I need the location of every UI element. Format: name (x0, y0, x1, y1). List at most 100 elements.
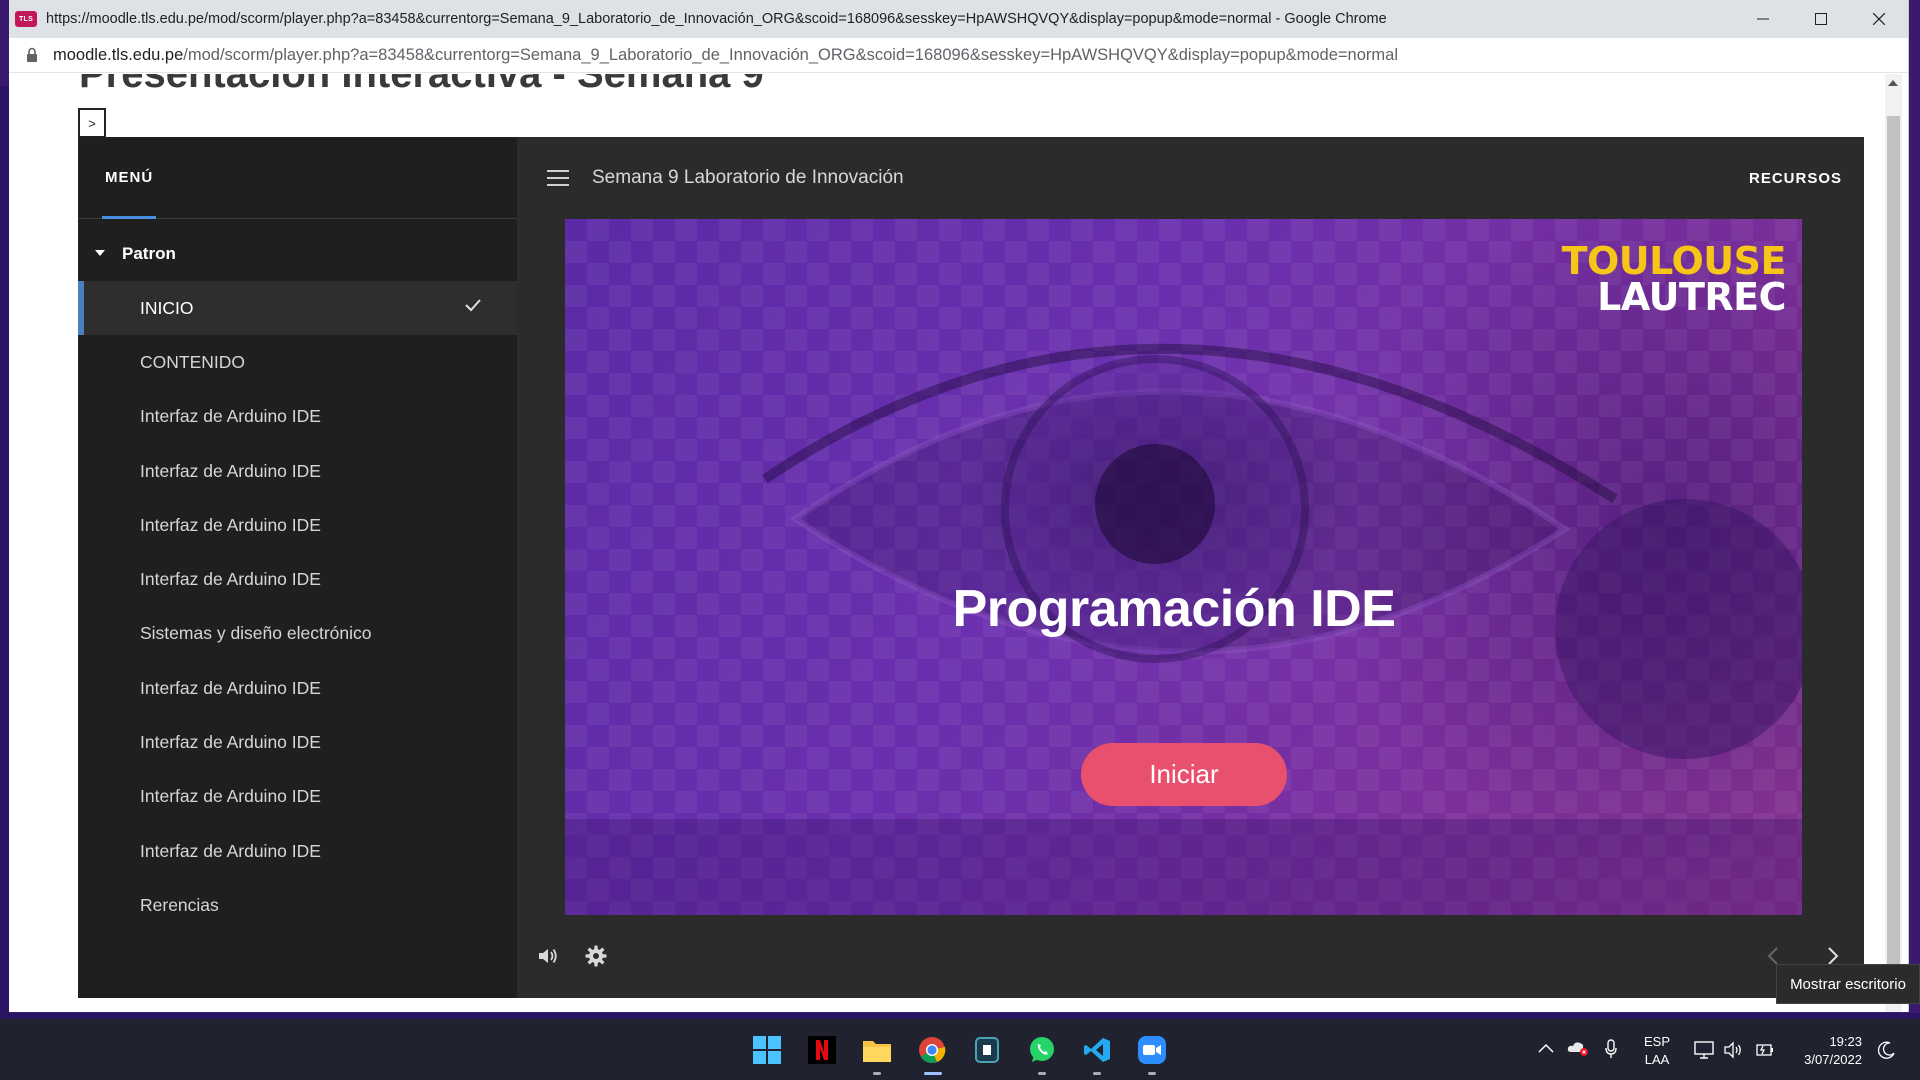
page-title: Presentación Interactiva - Semana 9 (79, 74, 764, 96)
taskbar: ESP LAA 19:23 3/07/2022 (0, 1019, 1920, 1080)
menu-item-label: Interfaz de Arduino IDE (140, 406, 321, 427)
menu-item-label: Interfaz de Arduino IDE (140, 514, 321, 535)
eye-artwork (565, 343, 1802, 915)
menu-item-label: CONTENIDO (140, 351, 245, 372)
url-host: moodle.tls.edu.pe (53, 45, 184, 64)
start-button[interactable]: Iniciar (1081, 743, 1287, 806)
vscode-icon[interactable] (1082, 1035, 1112, 1065)
menu-item-label: Sistemas y diseño electrónico (140, 623, 372, 644)
menu-title[interactable]: MENÚ (105, 169, 153, 186)
menu-item[interactable]: Interfaz de Arduino IDE (78, 552, 517, 606)
player-content: Semana 9 Laboratorio de Innovación RECUR… (517, 137, 1864, 998)
toulouse-lautrec-logo: TOULOUSE LAUTREC (1561, 239, 1787, 319)
menu-item[interactable]: Interfaz de Arduino IDE (78, 770, 517, 824)
site-favicon: TLS (15, 11, 37, 27)
menu-item-label: Interfaz de Arduino IDE (140, 786, 321, 807)
file-explorer-icon[interactable] (862, 1035, 892, 1065)
menu-item-label: Interfaz de Arduino IDE (140, 460, 321, 481)
explorer-running-indicator (873, 1072, 881, 1075)
scroll-up-arrow-icon[interactable] (1888, 80, 1898, 86)
close-button[interactable] (1850, 0, 1908, 38)
system-clock[interactable]: 19:23 3/07/2022 (1790, 1033, 1862, 1069)
checkmark-icon (465, 299, 481, 312)
chrome-icon[interactable] (917, 1035, 947, 1065)
menu-item[interactable]: Interfaz de Arduino IDE (78, 824, 517, 878)
lock-icon (27, 47, 37, 62)
browser-window: TLS https://moodle.tls.edu.pe/mod/scorm/… (9, 0, 1909, 1012)
window-title: https://moodle.tls.edu.pe/mod/scorm/play… (46, 11, 1387, 27)
menu-item[interactable]: Interfaz de Arduino IDE (78, 390, 517, 444)
menu-item[interactable]: INICIO (78, 281, 517, 336)
caret-down-icon (95, 250, 105, 256)
section-label: Patron (122, 244, 176, 263)
menu-item[interactable]: Interfaz de Arduino IDE (78, 715, 517, 769)
next-slide-icon[interactable] (1826, 946, 1840, 966)
page-scrollbar[interactable] (1885, 74, 1902, 1012)
course-title: Semana 9 Laboratorio de Innovación (592, 167, 904, 188)
scorm-player: MENÚ Patron INICIO CONTENIDO Interfaz de A… (78, 137, 1864, 998)
url-text[interactable]: moodle.tls.edu.pe/mod/scorm/player.php?a… (53, 46, 1398, 65)
tooltip-show-desktop: Mostrar escritorio (1776, 964, 1920, 1004)
sidebar-menu: MENÚ Patron INICIO CONTENIDO Interfaz de A… (78, 137, 517, 998)
volume-icon[interactable] (537, 946, 559, 966)
chrome-active-indicator (924, 1072, 942, 1075)
speaker-icon[interactable] (1724, 1041, 1744, 1059)
language-indicator[interactable]: ESP LAA (1644, 1033, 1670, 1069)
battery-charging-icon[interactable] (1753, 1041, 1775, 1059)
title-bar: TLS https://moodle.tls.edu.pe/mod/scorm/… (9, 0, 1908, 38)
whatsapp-icon[interactable] (1027, 1035, 1057, 1065)
menu-item[interactable]: Rerencias (78, 878, 517, 932)
close-icon (1873, 13, 1885, 25)
language-code: ESP (1644, 1034, 1671, 1049)
maximize-button[interactable] (1792, 0, 1850, 38)
menu-header: MENÚ (78, 137, 517, 219)
menu-item-label: Interfaz de Arduino IDE (140, 840, 321, 861)
menu-item-label: Interfaz de Arduino IDE (140, 569, 321, 590)
window-controls (1734, 0, 1908, 38)
menu-item-label: Interfaz de Arduino IDE (140, 732, 321, 753)
menu-item[interactable]: CONTENIDO (78, 335, 517, 389)
maximize-icon (1815, 13, 1827, 25)
minimize-icon (1757, 18, 1769, 20)
settings-gear-icon[interactable] (585, 945, 607, 967)
menu-item-label: Rerencias (140, 894, 219, 915)
url-path: /mod/scorm/player.php?a=83458&currentorg… (183, 45, 1398, 64)
toggle-toc-button[interactable]: > (78, 108, 106, 138)
clock-date: 3/07/2022 (1804, 1052, 1862, 1067)
windows-start-icon[interactable] (752, 1035, 782, 1065)
clock-time: 19:23 (1829, 1034, 1862, 1049)
whatsapp-running-indicator (1038, 1072, 1046, 1075)
player-topbar: Semana 9 Laboratorio de Innovación RECUR… (517, 137, 1864, 219)
logo-line-1: TOULOUSE (1561, 239, 1787, 283)
logo-line-2: LAUTREC (1597, 275, 1786, 319)
slide: TOULOUSE LAUTREC Programación IDE Inicia… (565, 219, 1802, 915)
menu-item[interactable]: Interfaz de Arduino IDE (78, 498, 517, 552)
network-icon[interactable] (1694, 1041, 1716, 1059)
resources-button[interactable]: RECURSOS (1749, 170, 1842, 187)
menu-item[interactable]: Sistemas y diseño electrónico (78, 607, 517, 661)
hamburger-menu-icon[interactable] (547, 170, 569, 186)
page-content: Presentación Interactiva - Semana 9 > ME… (9, 74, 1902, 1012)
section-patron[interactable]: Patron (78, 219, 517, 281)
menu-item[interactable]: Interfaz de Arduino IDE (78, 661, 517, 715)
minimize-button[interactable] (1734, 0, 1792, 38)
keyboard-layout: LAA (1644, 1052, 1670, 1067)
slide-heading: Programación IDE (952, 580, 1396, 638)
store-app-icon[interactable] (972, 1035, 1002, 1065)
zoom-running-indicator (1148, 1072, 1156, 1075)
menu-item-label: INICIO (140, 297, 194, 318)
onedrive-error-icon[interactable] (1567, 1039, 1589, 1057)
menu-item[interactable]: Interfaz de Arduino IDE (78, 444, 517, 498)
focus-assist-moon-icon[interactable] (1878, 1041, 1896, 1059)
chevron-up-icon[interactable] (1538, 1043, 1554, 1053)
netflix-icon[interactable] (807, 1035, 837, 1065)
previous-slide-icon[interactable] (1766, 946, 1780, 966)
address-bar[interactable]: moodle.tls.edu.pe/mod/scorm/player.php?a… (9, 38, 1908, 73)
player-controls (517, 915, 1864, 998)
microphone-icon[interactable] (1605, 1039, 1617, 1059)
vscode-running-indicator (1093, 1072, 1101, 1075)
scroll-thumb[interactable] (1887, 116, 1900, 996)
menu-list: INICIO CONTENIDO Interfaz de Arduino IDE In… (78, 281, 517, 933)
zoom-icon[interactable] (1137, 1035, 1167, 1065)
menu-item-label: Interfaz de Arduino IDE (140, 677, 321, 698)
